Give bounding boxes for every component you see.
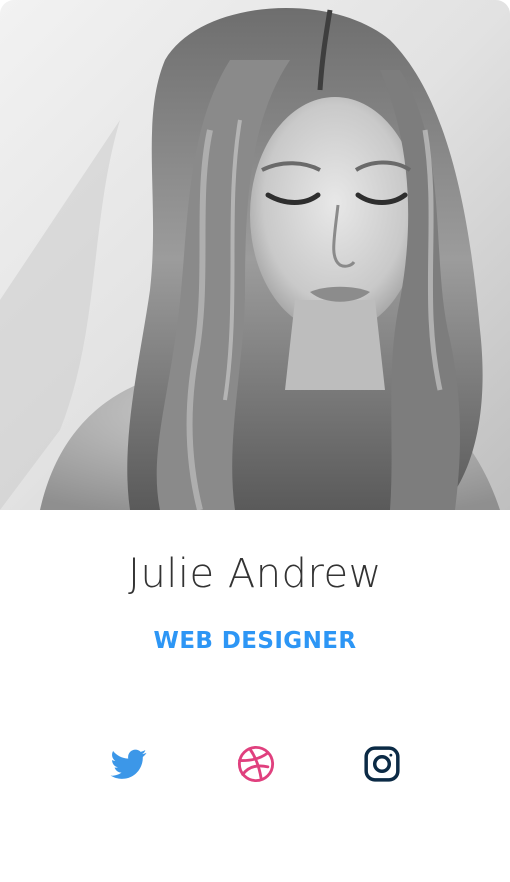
- twitter-link[interactable]: [109, 744, 149, 784]
- instagram-link[interactable]: [362, 744, 402, 784]
- twitter-bird-icon: [110, 749, 147, 779]
- dribbble-ball-icon: [237, 745, 275, 783]
- profile-card: Julie Andrew WEB DESIGNER: [0, 0, 510, 882]
- dribbble-link[interactable]: [236, 744, 276, 784]
- profile-name: Julie Andrew: [128, 551, 382, 597]
- profile-photo: [0, 0, 510, 510]
- instagram-camera-icon: [364, 746, 400, 782]
- profile-role: WEB DESIGNER: [153, 628, 357, 654]
